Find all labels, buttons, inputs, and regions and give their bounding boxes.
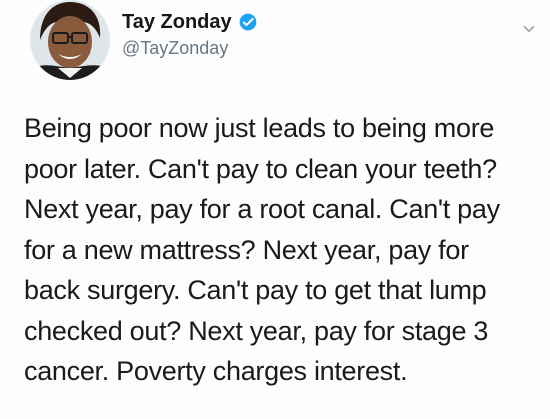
tweet-header: Tay Zonday @TayZonday [30,0,535,90]
author-block: Tay Zonday @TayZonday [122,8,482,68]
verified-badge-icon [238,12,258,32]
display-name[interactable]: Tay Zonday [122,11,232,34]
avatar[interactable] [30,0,110,80]
avatar-image [30,0,110,80]
name-row: Tay Zonday [122,8,482,36]
tweet-card: Tay Zonday @TayZonday Being poor now jus… [0,0,550,419]
handle[interactable]: @TayZonday [122,38,482,59]
chevron-down-icon[interactable] [520,20,538,38]
tweet-text: Being poor now just leads to being more … [24,113,500,386]
